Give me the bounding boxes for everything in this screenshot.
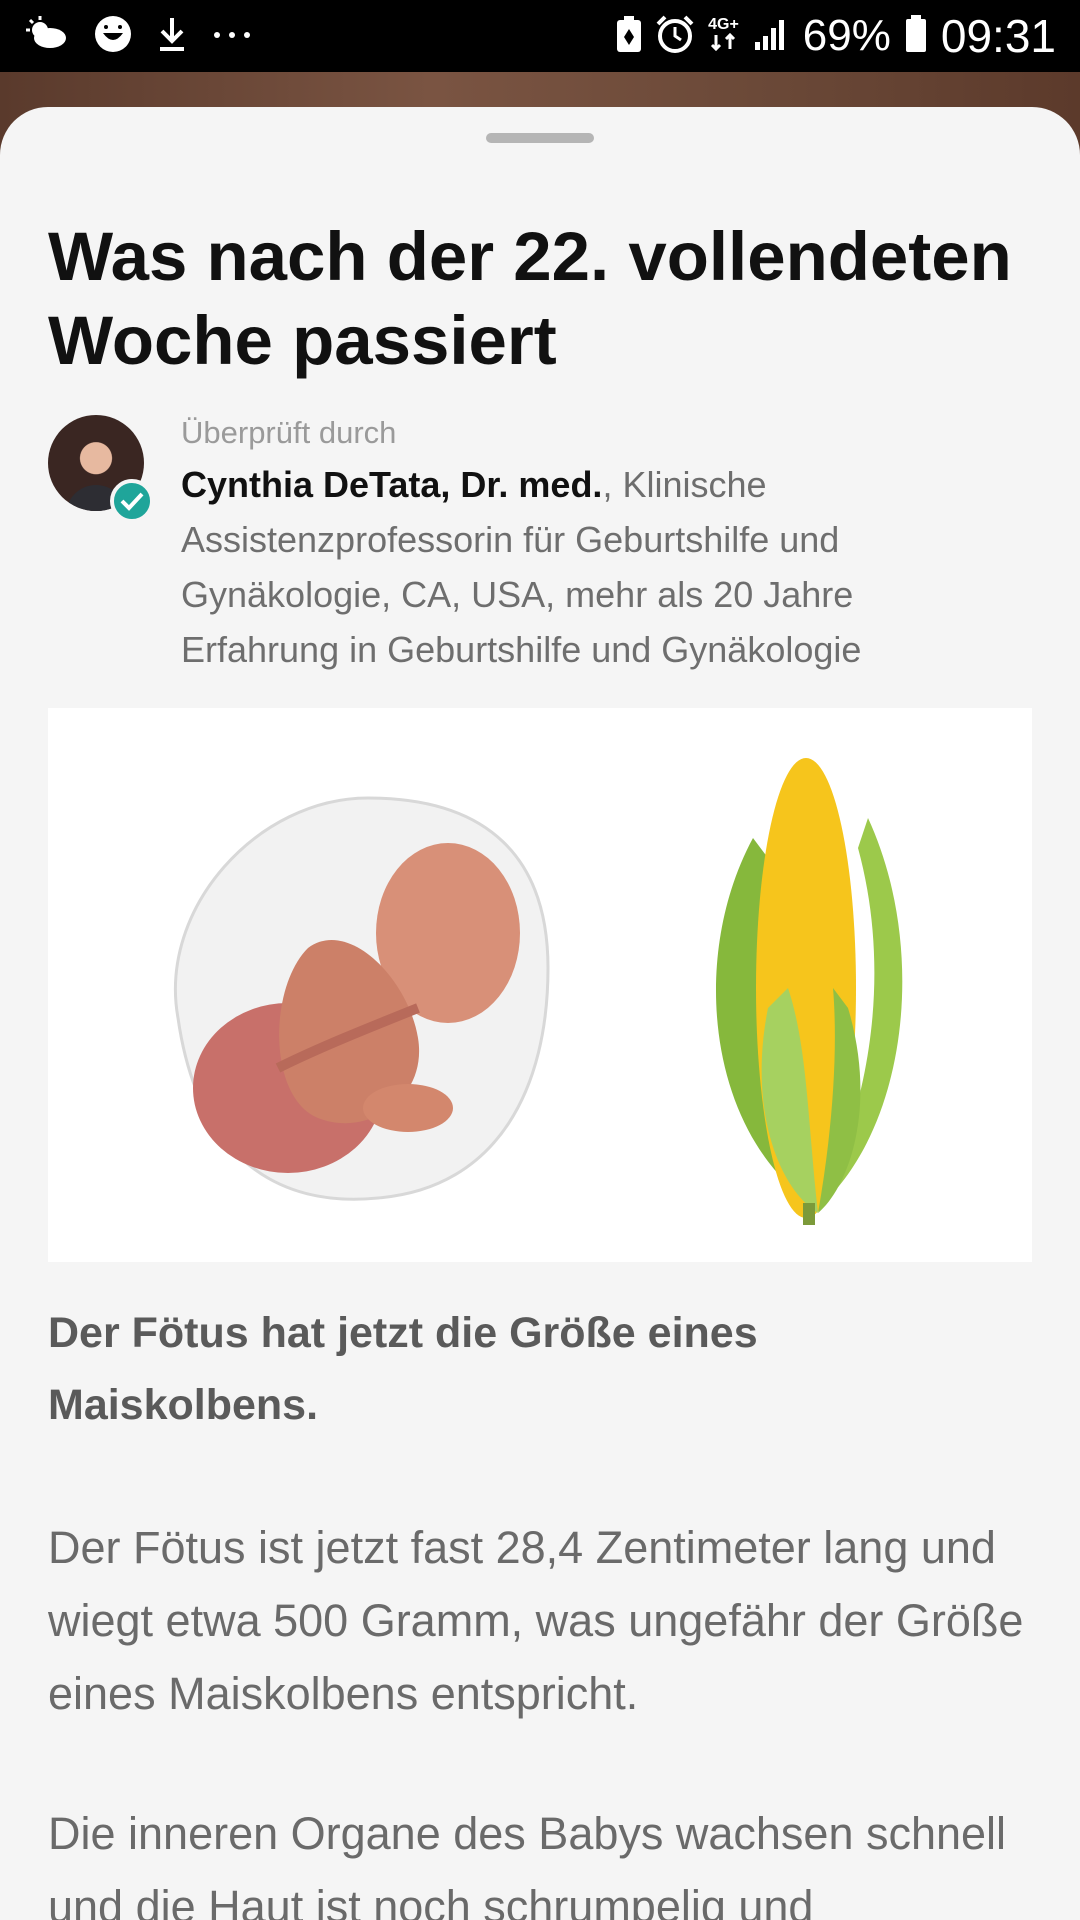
battery-saver-icon <box>616 15 642 58</box>
weather-icon <box>26 15 68 57</box>
face-icon <box>94 15 132 58</box>
article-paragraph: Der Fötus ist jetzt fast 28,4 Zentimeter… <box>48 1522 1024 1719</box>
sheet-drag-handle[interactable] <box>486 133 594 143</box>
status-left <box>26 15 278 58</box>
clock: 09:31 <box>940 10 1056 62</box>
fetus-corn-illustration <box>48 708 1032 1262</box>
article-title: Was nach der 22. vollendeten Woche passi… <box>48 218 1012 379</box>
status-right: 4G+ 69% 09:31 <box>602 9 1056 63</box>
network-icon: 4G+ <box>708 15 739 56</box>
verified-check-icon <box>110 479 154 523</box>
author-name[interactable]: Cynthia DeTata, Dr. med. <box>181 464 602 505</box>
more-icon <box>212 27 252 45</box>
reviewed-by-label: Überprüft durch <box>181 415 397 450</box>
article-paragraph: Die inneren Organe des Babys wachsen sch… <box>48 1808 1007 1920</box>
signal-icon <box>753 16 789 57</box>
author-credentials: Cynthia DeTata, Dr. med., Klinische Assi… <box>181 457 1011 677</box>
fetus-illustration <box>173 796 550 1201</box>
corn-illustration <box>715 758 903 1225</box>
battery-icon <box>905 14 927 58</box>
status-bar: 4G+ 69% 09:31 <box>0 0 1080 72</box>
article-lead: Der Fötus hat jetzt die Größe eines Mais… <box>48 1309 758 1429</box>
article-bottom-sheet[interactable]: Was nach der 22. vollendeten Woche passi… <box>0 107 1080 1920</box>
alarm-icon <box>656 15 694 58</box>
battery-percent: 69% <box>802 11 891 60</box>
download-icon <box>158 16 186 57</box>
author-block: Überprüft durch Cynthia DeTata, Dr. med.… <box>48 415 1038 670</box>
network-label: 4G+ <box>708 15 739 33</box>
